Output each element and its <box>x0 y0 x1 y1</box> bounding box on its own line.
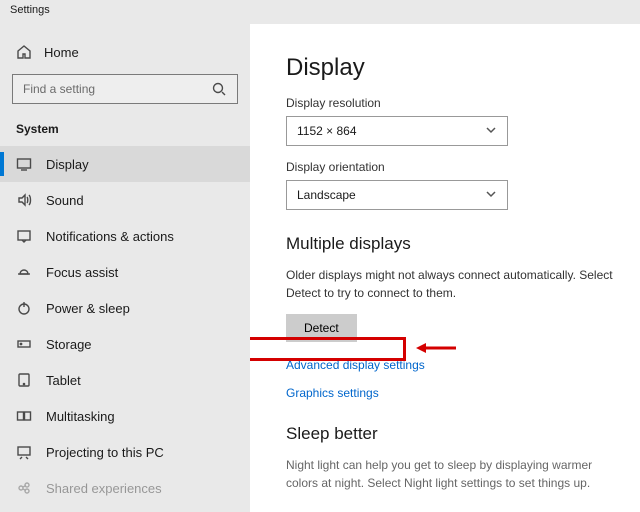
sidebar-item-label: Projecting to this PC <box>46 445 164 460</box>
sidebar-item-storage[interactable]: Storage <box>0 326 250 362</box>
sidebar-item-label: Tablet <box>46 373 81 388</box>
sidebar-item-multitasking[interactable]: Multitasking <box>0 398 250 434</box>
orientation-label: Display orientation <box>286 160 640 174</box>
chevron-down-icon <box>485 188 497 203</box>
sidebar-item-label: Display <box>46 157 89 172</box>
sidebar: Home Find a setting System Display <box>0 24 250 512</box>
sidebar-item-label: Storage <box>46 337 92 352</box>
sleep-better-text: Night light can help you get to sleep by… <box>286 456 626 492</box>
sidebar-item-sound[interactable]: Sound <box>0 182 250 218</box>
sidebar-item-label: Multitasking <box>46 409 115 424</box>
sidebar-item-tablet[interactable]: Tablet <box>0 362 250 398</box>
multiple-displays-text: Older displays might not always connect … <box>286 266 626 302</box>
section-header: System <box>0 116 250 146</box>
resolution-value: 1152 × 864 <box>297 124 357 138</box>
graphics-settings-link[interactable]: Graphics settings <box>286 386 379 400</box>
nav-list: Display Sound Notifications & actions Fo… <box>0 146 250 506</box>
sidebar-item-label: Notifications & actions <box>46 229 174 244</box>
search-icon <box>211 81 227 97</box>
resolution-select[interactable]: 1152 × 864 <box>286 116 508 146</box>
multitasking-icon <box>16 408 32 424</box>
multiple-displays-heading: Multiple displays <box>286 234 640 254</box>
sidebar-item-focus-assist[interactable]: Focus assist <box>0 254 250 290</box>
home-icon <box>16 44 32 60</box>
power-icon <box>16 300 32 316</box>
detect-button[interactable]: Detect <box>286 314 357 342</box>
sidebar-item-label: Sound <box>46 193 84 208</box>
notifications-icon <box>16 228 32 244</box>
resolution-label: Display resolution <box>286 96 640 110</box>
search-placeholder: Find a setting <box>23 82 95 96</box>
sidebar-item-notifications[interactable]: Notifications & actions <box>0 218 250 254</box>
storage-icon <box>16 336 32 352</box>
home-button[interactable]: Home <box>0 38 250 74</box>
sound-icon <box>16 192 32 208</box>
tablet-icon <box>16 372 32 388</box>
sidebar-item-display[interactable]: Display <box>0 146 250 182</box>
sidebar-item-label: Focus assist <box>46 265 118 280</box>
sidebar-item-label: Shared experiences <box>46 481 162 496</box>
sidebar-item-power-sleep[interactable]: Power & sleep <box>0 290 250 326</box>
projecting-icon <box>16 444 32 460</box>
page-title: Display <box>286 54 640 82</box>
display-icon <box>16 156 32 172</box>
orientation-select[interactable]: Landscape <box>286 180 508 210</box>
sidebar-item-projecting[interactable]: Projecting to this PC <box>0 434 250 470</box>
focus-assist-icon <box>16 264 32 280</box>
sidebar-item-shared[interactable]: Shared experiences <box>0 470 250 506</box>
home-label: Home <box>44 45 79 60</box>
chevron-down-icon <box>485 124 497 139</box>
orientation-value: Landscape <box>297 188 356 202</box>
sidebar-item-label: Power & sleep <box>46 301 130 316</box>
content-area: Display Display resolution 1152 × 864 Di… <box>250 24 640 512</box>
sleep-better-heading: Sleep better <box>286 424 640 444</box>
window-title: Settings <box>0 0 640 24</box>
advanced-display-settings-link[interactable]: Advanced display settings <box>286 358 425 372</box>
search-input[interactable]: Find a setting <box>12 74 238 104</box>
shared-icon <box>16 480 32 496</box>
